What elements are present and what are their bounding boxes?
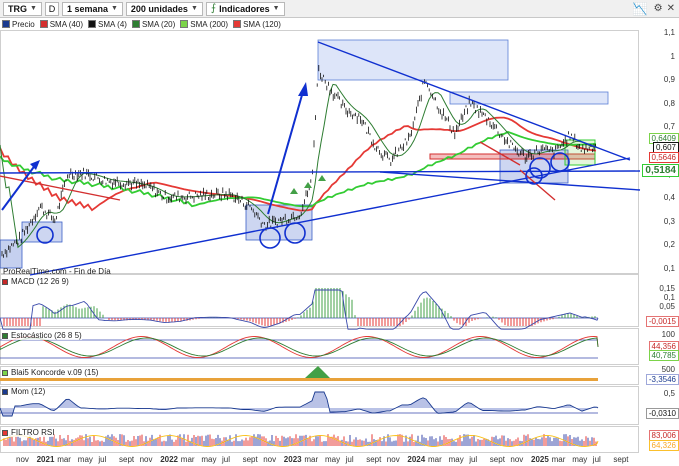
price-tick-label: 1,1: [663, 28, 675, 37]
price-tick-label: 0,2: [663, 240, 675, 250]
signal-arrow: [290, 188, 298, 194]
price-badge-support: 0,5184: [642, 164, 679, 177]
macd-panel-title[interactable]: MACD (12 26 9): [2, 277, 69, 286]
uptrend-line: [29, 157, 631, 276]
blai-axis-label: 500: [661, 365, 675, 374]
time-tick-label: jul: [592, 455, 601, 464]
panel-color-swatch: [2, 369, 8, 376]
time-tick-label: sept: [366, 455, 382, 464]
price-badge-sma120: 0,5646: [648, 152, 679, 163]
time-tick-label: jul: [98, 455, 107, 464]
price-tick-label: 0,3: [663, 216, 675, 226]
time-tick-label: sept: [489, 455, 505, 464]
blai-panel-title[interactable]: Blai5 Koncorde v.09 (15): [2, 368, 99, 377]
time-tick-label: 2021: [36, 455, 55, 464]
time-tick-label: may: [572, 455, 588, 464]
price-tick-label: 0,9: [663, 75, 675, 85]
time-tick-label: mar: [57, 455, 71, 464]
price-layer: [0, 39, 641, 276]
time-tick-label: may: [77, 455, 93, 464]
time-tick-label: nov: [386, 455, 400, 464]
time-tick-label: jul: [345, 455, 354, 464]
price-tick-label: 1: [670, 51, 675, 61]
mom-title: Mom (12): [11, 387, 46, 396]
rsi-title: FILTRO RSI: [11, 428, 55, 437]
price-tick-label: 0,7: [663, 122, 675, 132]
panel-color-swatch: [2, 332, 8, 339]
time-tick-label: may: [448, 455, 464, 464]
time-tick-label: jul: [469, 455, 478, 464]
chart-window: TRG ▼ D 1 semana ▼ 200 unidades ▼ ⨍ Indi…: [0, 0, 679, 466]
time-tick-label: may: [325, 455, 341, 464]
time-tick-label: nov: [263, 455, 277, 464]
annotation-box: [0, 239, 23, 269]
panel-color-swatch: [2, 278, 8, 285]
mom-area: [0, 391, 599, 417]
mom-panel-title[interactable]: Mom (12): [2, 387, 46, 396]
macd-title: MACD (12 26 9): [11, 277, 69, 286]
panel-color-swatch: [2, 388, 8, 395]
blai-value-badge: -3,3546: [645, 374, 679, 385]
annotation-box: [317, 39, 509, 81]
macd-value-badge: -0,0015: [645, 316, 679, 327]
time-axis: nov 2021 mar may jul sept nov 2022 mar may jul sept…: [0, 454, 640, 466]
time-tick-label: jul: [222, 455, 231, 464]
source-label: ProRealTime.com - Fin de Día: [3, 267, 111, 276]
time-tick-label: 2025: [531, 455, 549, 464]
arrow-head: [298, 82, 308, 96]
stoch-title: Estocástico (26 8 5): [11, 331, 82, 340]
panel-color-swatch: [2, 429, 8, 436]
time-tick-label: mar: [304, 455, 319, 464]
blai-title: Blai5 Koncorde v.09 (15): [11, 368, 99, 377]
time-tick-label: sept: [119, 455, 135, 464]
stoch-panel-title[interactable]: Estocástico (26 8 5): [2, 331, 82, 340]
koncorde-peak: [305, 366, 330, 378]
time-tick-label: mar: [180, 455, 195, 464]
macd-axis-label: 0,1: [663, 293, 675, 302]
time-tick-label: nov: [139, 455, 153, 464]
koncorde-base: [0, 378, 598, 381]
mom-axis-label: 0,5: [663, 389, 675, 398]
time-tick-label: nov: [510, 455, 524, 464]
time-tick-label: 2023: [283, 455, 302, 464]
rsi-panel-title[interactable]: FILTRO RSI: [2, 428, 55, 437]
time-tick-label: mar: [551, 455, 566, 464]
signal-arrow: [318, 175, 326, 181]
chart-canvas[interactable]: [0, 0, 679, 454]
time-tick-label: may: [201, 455, 217, 464]
time-tick-label: nov: [16, 455, 29, 464]
macd-axis-label: 0,05: [659, 302, 675, 311]
stoch-value-badge: 40,785: [648, 350, 679, 361]
time-tick-label: mar: [428, 455, 442, 464]
price-tick-label: 0,4: [663, 193, 675, 203]
time-tick-label: sept: [242, 455, 258, 464]
macd-axis-label: 0,15: [659, 284, 675, 293]
time-tick-label: sept: [613, 455, 629, 464]
rsi-value-badge: 64,326: [648, 440, 679, 451]
price-tick-label: 0,8: [663, 98, 675, 108]
price-tick-label: 0,1: [663, 264, 675, 273]
signal-arrow: [304, 182, 312, 188]
stoch-axis-label: 100: [661, 330, 675, 339]
up-arrow: [267, 87, 305, 215]
time-tick-label: 2022: [160, 455, 178, 464]
mom-value-badge: -0,0310: [645, 408, 679, 419]
time-tick-label: 2024: [407, 455, 426, 464]
